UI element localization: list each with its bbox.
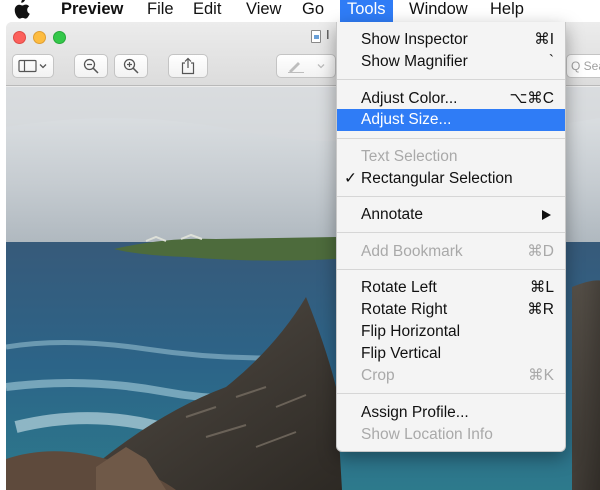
menu-separator — [337, 79, 565, 80]
menu-go[interactable]: Go — [302, 0, 324, 22]
menu-item-flip-horizontal[interactable]: Flip Horizontal — [337, 321, 565, 343]
menu-item-label: Add Bookmark — [361, 243, 463, 260]
pen-icon — [288, 62, 325, 73]
menu-item-show-location-info[interactable]: Show Location Info — [337, 424, 565, 446]
menu-bar: Preview File Edit View Go Tools Window H… — [0, 0, 600, 22]
menu-window[interactable]: Window — [409, 0, 468, 22]
menu-item-assign-profile[interactable]: Assign Profile... — [337, 402, 565, 424]
menu-item-label: Adjust Color... — [361, 90, 458, 107]
zoom-out-icon — [83, 58, 99, 74]
menu-view[interactable]: View — [246, 0, 281, 22]
menu-item-text-selection[interactable]: Text Selection — [337, 146, 565, 168]
menu-item-shortcut: ⌥⌘C — [509, 90, 554, 107]
menu-item-label: Assign Profile... — [361, 404, 469, 421]
menu-item-crop[interactable]: Crop ⌘K — [337, 365, 565, 387]
menu-separator — [337, 196, 565, 197]
document-icon — [311, 30, 321, 43]
menu-file[interactable]: File — [147, 0, 174, 22]
zoom-in-icon — [123, 58, 139, 74]
menu-app-preview[interactable]: Preview — [61, 0, 123, 22]
menu-item-flip-vertical[interactable]: Flip Vertical — [337, 343, 565, 365]
menu-item-label: Rectangular Selection — [361, 170, 513, 187]
checkmark-icon: ✓ — [344, 170, 357, 187]
menu-item-adjust-color[interactable]: Adjust Color... ⌥⌘C — [337, 88, 565, 110]
zoom-button[interactable] — [53, 31, 66, 44]
menu-item-label: Show Magnifier — [361, 53, 468, 70]
menu-item-annotate[interactable]: Annotate — [337, 204, 565, 226]
menu-help[interactable]: Help — [490, 0, 524, 22]
minimize-button[interactable] — [33, 31, 46, 44]
menu-item-label: Adjust Size... — [361, 111, 452, 128]
menu-tools[interactable]: Tools — [340, 0, 393, 22]
markup-toolbar-button[interactable] — [276, 54, 336, 78]
menu-separator — [337, 232, 565, 233]
menu-item-shortcut: ⌘K — [528, 367, 554, 384]
tools-menu: Show Inspector ⌘I Show Magnifier ` Adjus… — [336, 22, 566, 452]
share-button[interactable] — [168, 54, 208, 78]
menu-item-add-bookmark[interactable]: Add Bookmark ⌘D — [337, 241, 565, 263]
menu-item-label: Rotate Right — [361, 301, 448, 318]
menu-item-label: Rotate Left — [361, 279, 437, 296]
menu-item-shortcut: ⌘R — [527, 301, 554, 318]
menu-item-label: Show Location Info — [361, 426, 493, 443]
share-icon — [181, 57, 195, 75]
menu-item-shortcut: ⌘D — [527, 243, 554, 260]
menu-item-shortcut: ` — [548, 53, 554, 70]
menu-item-label: Crop — [361, 367, 395, 384]
menu-item-show-magnifier[interactable]: Show Magnifier ` — [337, 51, 565, 73]
menu-separator — [337, 393, 565, 394]
apple-menu[interactable] — [12, 0, 34, 22]
search-field[interactable]: Q Sea — [566, 54, 600, 78]
zoom-in-button[interactable] — [114, 54, 148, 78]
menu-item-label: Show Inspector — [361, 31, 468, 48]
menu-item-rotate-right[interactable]: Rotate Right ⌘R — [337, 299, 565, 321]
menu-item-adjust-size[interactable]: Adjust Size... — [337, 109, 565, 131]
menu-edit[interactable]: Edit — [193, 0, 221, 22]
window-title: I — [326, 27, 330, 42]
sidebar-icon — [18, 59, 47, 73]
menu-separator — [337, 269, 565, 270]
menu-item-shortcut: ⌘I — [534, 31, 554, 48]
zoom-out-button[interactable] — [74, 54, 108, 78]
menu-separator — [337, 138, 565, 139]
menu-item-rotate-left[interactable]: Rotate Left ⌘L — [337, 277, 565, 299]
menu-item-label: Text Selection — [361, 148, 458, 165]
menu-item-rectangular-selection[interactable]: ✓ Rectangular Selection — [337, 168, 565, 190]
menu-item-label: Flip Vertical — [361, 345, 442, 362]
menu-item-label: Flip Horizontal — [361, 323, 461, 340]
submenu-arrow-icon — [542, 210, 551, 220]
menu-item-shortcut: ⌘L — [529, 279, 554, 296]
menu-item-label: Annotate — [361, 206, 424, 223]
menu-item-show-inspector[interactable]: Show Inspector ⌘I — [337, 29, 565, 51]
apple-icon — [14, 0, 30, 19]
close-button[interactable] — [13, 31, 26, 44]
sidebar-toggle-button[interactable] — [12, 54, 54, 78]
